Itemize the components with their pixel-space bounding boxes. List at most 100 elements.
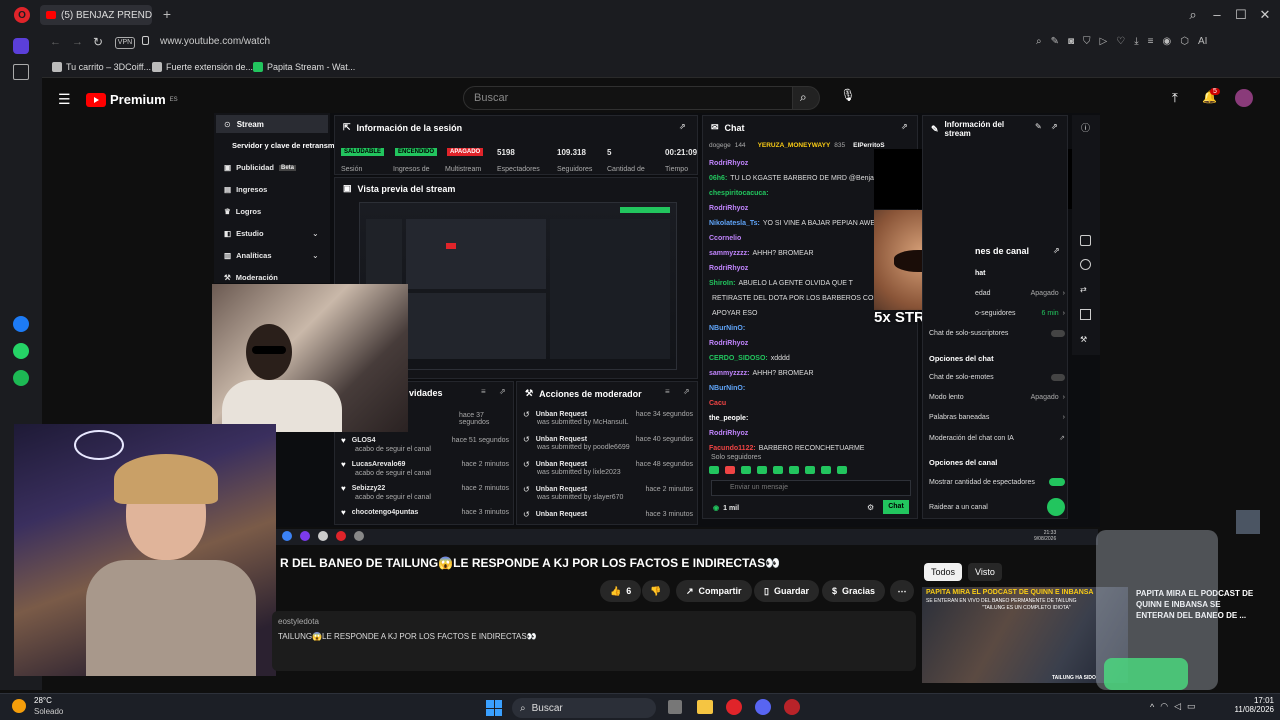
chat-username[interactable]: Nikolatesla_Ts: (709, 220, 760, 227)
popout-icon[interactable]: ⇗ (679, 122, 686, 131)
menu-item-studio[interactable]: ◧ Estudio (224, 229, 264, 238)
menu-item-server[interactable]: Servidor y clave de retransm (232, 141, 335, 150)
chat-username[interactable]: RodriRhyoz (709, 265, 748, 272)
thanks-button[interactable]: $ Gracias (822, 580, 886, 602)
popout-icon[interactable]: ⇗ (1051, 122, 1058, 131)
toggle-on[interactable] (1049, 478, 1065, 486)
chat-username[interactable]: sammyzzzz: (709, 250, 749, 257)
heart-icon[interactable]: ♡ (1116, 36, 1125, 47)
setting-row[interactable]: Palabras baneadas › (929, 414, 1065, 421)
emote-icon[interactable] (789, 466, 799, 474)
menu-item-moderation[interactable]: ⚒ Moderación (224, 273, 278, 282)
emote-icon[interactable] (725, 466, 735, 474)
opera-gx-icon[interactable] (784, 699, 800, 715)
spotify-icon[interactable] (13, 370, 29, 386)
chat-username[interactable]: RodriRhyoz (709, 430, 748, 437)
chat-username[interactable]: ShiroIn: (709, 280, 735, 287)
raid-icon[interactable] (1047, 498, 1065, 516)
chip-all[interactable]: Todos (924, 563, 963, 581)
chat-username[interactable]: Ccornelio (709, 235, 741, 242)
file-explorer-icon[interactable] (697, 700, 713, 714)
bookmark-item[interactable]: Fuerte extensión de... (152, 60, 253, 74)
swap-icon[interactable]: ⇄ (1080, 285, 1087, 294)
chip-watched[interactable]: Visto (968, 563, 1002, 581)
bookmark-item[interactable]: Papita Stream - Wat... (253, 60, 355, 74)
search-tabs-icon[interactable]: ⌕ (1184, 6, 1202, 24)
description-box[interactable]: eostyledota TAILUNG😱LE RESPONDE A KJ POR… (272, 611, 916, 671)
setting-row[interactable]: Moderación del chat con IA ⇗ (929, 434, 1065, 443)
discord-icon[interactable] (755, 699, 771, 715)
bookmark-item[interactable]: Tu carrito – 3DCoiff... (52, 60, 151, 74)
popout-icon[interactable]: ⇗ (901, 122, 908, 131)
messenger-icon[interactable] (13, 316, 29, 332)
new-tab-button[interactable]: + (160, 7, 174, 22)
bookmark-star-icon[interactable] (13, 64, 29, 80)
chat-bubble-icon[interactable] (1080, 259, 1091, 270)
avatar[interactable] (1235, 89, 1253, 107)
chat-username[interactable]: Cacu (709, 400, 726, 407)
back-icon[interactable]: ← (50, 36, 61, 48)
home-icon[interactable] (13, 38, 29, 54)
emote-icon[interactable] (757, 466, 767, 474)
chat-username[interactable]: Facundo1122: (709, 445, 756, 452)
browser-tab-active[interactable]: (5) BENJAZ PRENDE S (40, 5, 152, 25)
menu-item-income[interactable]: ▤ Ingresos (224, 185, 267, 194)
emote-icon[interactable] (805, 466, 815, 474)
setting-row[interactable]: Chat de solo-emotes (929, 374, 1065, 381)
maximize-button[interactable]: ☐ (1232, 6, 1250, 24)
zoom-icon[interactable]: ⌕ (1036, 36, 1042, 47)
popout-icon[interactable]: ⇗ (683, 387, 690, 396)
emote-icon[interactable] (741, 466, 751, 474)
task-view-icon[interactable] (668, 700, 682, 714)
toggle-off[interactable] (1051, 374, 1065, 381)
shield-icon[interactable]: ⛉ (1083, 36, 1091, 47)
wrench-icon[interactable]: ⚒ (1080, 335, 1087, 344)
close-window-button[interactable]: ✕ (1256, 6, 1274, 24)
chat-username[interactable]: NBurNinO: (709, 325, 745, 332)
chat-username[interactable]: the_people: (709, 415, 748, 422)
setting-row[interactable]: o-seguidores 6 min › (975, 310, 1065, 317)
ai-button[interactable]: AI (1198, 36, 1207, 47)
share-button[interactable]: ↗ Compartir (676, 580, 752, 602)
gear-icon[interactable]: ⚙ (867, 503, 874, 512)
chat-username[interactable]: RodriRhyoz (709, 160, 748, 167)
download-icon[interactable]: ⤓ (1134, 36, 1138, 47)
save-button[interactable]: ▯ Guardar (754, 580, 819, 602)
dislike-button[interactable]: 👎 (642, 580, 670, 602)
vpn-badge[interactable]: VPN (115, 37, 135, 49)
edit-icon[interactable]: ✎ (1035, 122, 1042, 131)
clipboard-icon[interactable] (1080, 235, 1091, 246)
volume-icon[interactable]: ◁ (1174, 701, 1181, 712)
forward-icon[interactable]: → (72, 36, 83, 48)
emote-icon[interactable] (773, 466, 783, 474)
wifi-icon[interactable]: ◠ (1160, 701, 1168, 712)
emote-icon[interactable] (821, 466, 831, 474)
voice-search-icon[interactable]: 🎙 (838, 88, 858, 108)
reload-icon[interactable]: ↻ (93, 35, 103, 49)
emote-icon[interactable] (709, 466, 719, 474)
opera-logo-icon[interactable]: O (14, 7, 30, 23)
extension-icon[interactable]: ⬡ (1180, 36, 1189, 47)
search-input[interactable]: Buscar (463, 86, 793, 110)
like-button[interactable]: 👍 6 (600, 580, 642, 602)
windows-start-icon[interactable] (486, 700, 502, 716)
battery-icon[interactable]: ▭ (1187, 701, 1196, 712)
chat-username[interactable]: 06h6: (709, 175, 727, 182)
url-field[interactable]: www.youtube.com/watch (160, 36, 270, 47)
chat-username[interactable]: RodriRhyoz (709, 205, 748, 212)
youtube-logo[interactable]: Premium ES (86, 92, 178, 107)
opera-taskbar-icon[interactable] (726, 699, 742, 715)
account-icon[interactable]: ◉ (1162, 36, 1171, 47)
setting-row[interactable]: Modo lento Apagado › (929, 394, 1065, 401)
chat-username[interactable]: CERDO_SIDOSO: (709, 355, 768, 362)
chat-username[interactable]: RodriRhyoz (709, 340, 748, 347)
setting-row[interactable]: Chat de solo-suscriptores (929, 330, 1065, 337)
search-button[interactable]: ⌕ (792, 86, 820, 110)
taskbar-search[interactable]: ⌕ Buscar (512, 698, 656, 718)
menu-item-analytics[interactable]: ▥ Analíticas (224, 251, 272, 260)
chat-username[interactable]: sammyzzzz: (709, 370, 749, 377)
menu-item-stream[interactable]: ⊙ Stream (216, 115, 328, 133)
translate-icon[interactable]: ✎ (1051, 36, 1059, 47)
chat-username[interactable]: chespiritocacuca: (709, 190, 769, 197)
filter-icon[interactable]: ≡ (481, 387, 486, 396)
